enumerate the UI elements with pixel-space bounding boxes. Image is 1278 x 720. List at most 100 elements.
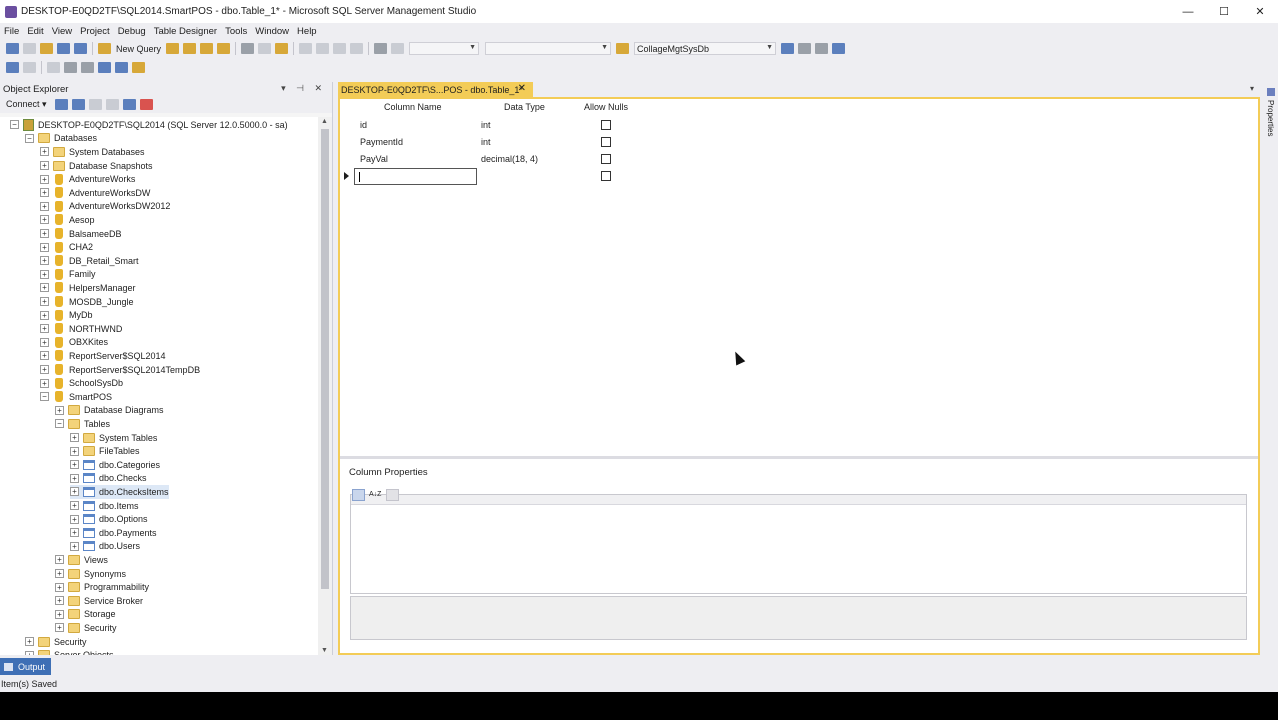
expand-icon[interactable]: +	[40, 229, 49, 239]
expand-icon[interactable]: +	[70, 446, 79, 456]
tree-item[interactable]: + OBXKites	[40, 336, 108, 350]
tree-item[interactable]: + SchoolSysDb	[40, 376, 123, 390]
tree-item[interactable]: + dbo.Options	[70, 512, 148, 526]
menu-debug[interactable]: Debug	[114, 26, 150, 37]
tree-item[interactable]: + Family	[40, 268, 96, 282]
tree-item[interactable]: + ReportServer$SQL2014TempDB	[40, 363, 200, 377]
document-list-dropdown-icon[interactable]: ▾	[1250, 84, 1254, 93]
manage-check-constraints-icon[interactable]	[115, 62, 128, 73]
redo-icon[interactable]	[316, 43, 330, 54]
tree-item[interactable]: + Database Snapshots	[40, 159, 153, 173]
expand-icon[interactable]: +	[40, 215, 49, 225]
set-primary-key-icon[interactable]	[23, 62, 36, 73]
save-all-icon[interactable]	[74, 43, 87, 54]
expand-icon[interactable]: +	[40, 242, 49, 252]
scroll-up-icon[interactable]: ▲	[321, 118, 328, 125]
expand-icon[interactable]: +	[40, 269, 49, 279]
column-name-cell[interactable]: PaymentId	[360, 137, 403, 147]
collapse-icon[interactable]: −	[40, 392, 49, 402]
menu-view[interactable]: View	[48, 26, 76, 37]
data-type-cell[interactable]: int	[481, 137, 491, 147]
expand-icon[interactable]: +	[55, 623, 64, 633]
expand-icon[interactable]: +	[40, 351, 49, 361]
expand-icon[interactable]: +	[70, 487, 79, 497]
tree-item[interactable]: + MOSDB_Jungle	[40, 295, 134, 309]
copy-icon[interactable]	[258, 43, 272, 54]
minimize-button[interactable]: —	[1170, 0, 1206, 23]
close-tab-icon[interactable]: ✕	[518, 83, 526, 94]
menu-file[interactable]: File	[0, 26, 23, 37]
expand-icon[interactable]: +	[55, 569, 64, 579]
expand-icon[interactable]: +	[40, 378, 49, 388]
menu-edit[interactable]: Edit	[23, 26, 47, 37]
properties-icon[interactable]	[1267, 88, 1275, 96]
expand-icon[interactable]: +	[70, 514, 79, 524]
connect-button[interactable]: Connect ▾	[6, 99, 47, 110]
tree-item[interactable]: + Aesop	[40, 213, 95, 227]
expand-icon[interactable]: +	[55, 405, 64, 415]
tree-item[interactable]: + NORTHWND	[40, 322, 122, 336]
menu-window[interactable]: Window	[251, 26, 293, 37]
expand-icon[interactable]: +	[70, 501, 79, 511]
tree-item[interactable]: + HelpersManager	[40, 281, 136, 295]
find-in-files-icon[interactable]	[616, 43, 630, 54]
tree-item[interactable]: + dbo.ChecksItems	[70, 485, 169, 499]
tree-item[interactable]: + dbo.Items	[70, 499, 139, 513]
expand-icon[interactable]: +	[40, 324, 49, 334]
database-engine-query-icon[interactable]	[166, 43, 180, 54]
tree-item[interactable]: + System Tables	[70, 431, 157, 445]
close-window-button[interactable]: ✕	[1242, 0, 1278, 23]
connect-object-explorer-icon[interactable]	[54, 99, 68, 110]
menu-help[interactable]: Help	[293, 26, 321, 37]
available-databases-dropdown[interactable]: CollageMgtSysDb ▼	[634, 42, 777, 55]
tree-item[interactable]: + AdventureWorks	[40, 172, 135, 186]
panel-pin-icon[interactable]: ▾ ⊣ ✕	[281, 83, 326, 94]
tab-output[interactable]: Output	[0, 658, 52, 675]
manage-spatial-indexes-icon[interactable]	[132, 62, 145, 73]
menu-project[interactable]: Project	[76, 26, 114, 37]
expand-icon[interactable]: +	[70, 460, 79, 470]
disconnect-icon[interactable]	[71, 99, 85, 110]
tree-item[interactable]: + Programmability	[55, 580, 149, 594]
column-properties-grid[interactable]	[350, 494, 1247, 594]
expand-icon[interactable]: +	[40, 161, 49, 171]
toolbox-icon[interactable]	[815, 43, 829, 54]
tree-item[interactable]: + Security	[55, 621, 117, 635]
expand-icon[interactable]: +	[40, 174, 49, 184]
tab-table-designer[interactable]: DESKTOP-E0QD2TF\S...POS - dbo.Table_1* ✕	[338, 82, 533, 97]
expand-icon[interactable]: +	[55, 555, 64, 565]
solution-platform-dropdown[interactable]: ▼	[485, 42, 612, 55]
column-name-cell[interactable]: id	[360, 120, 367, 130]
expand-icon[interactable]: +	[40, 147, 49, 157]
scrollbar-thumb[interactable]	[321, 129, 329, 589]
tree-item[interactable]: + DB_Retail_Smart	[40, 254, 139, 268]
scroll-down-icon[interactable]: ▼	[321, 647, 328, 654]
allow-nulls-checkbox[interactable]	[601, 154, 611, 164]
tree-item[interactable]: + AdventureWorksDW	[40, 186, 150, 200]
tree-item[interactable]: − Tables	[55, 417, 110, 431]
expand-icon[interactable]: +	[55, 582, 64, 592]
stop-icon[interactable]	[88, 99, 102, 110]
tree-item[interactable]: + CHA2	[40, 240, 93, 254]
new-column-name-input[interactable]	[354, 168, 477, 185]
categorized-icon[interactable]	[352, 489, 365, 501]
mdx-query-icon[interactable]	[200, 43, 214, 54]
tree-item[interactable]: + MyDb	[40, 308, 93, 322]
expand-icon[interactable]: +	[40, 201, 49, 211]
tree-item[interactable]: + dbo.Categories	[70, 458, 160, 472]
manage-xml-indexes-icon[interactable]	[98, 62, 111, 73]
generate-change-script-icon[interactable]	[6, 62, 19, 73]
tree-item[interactable]: + ReportServer$SQL2014	[40, 349, 166, 363]
tree-item[interactable]: + Storage	[55, 608, 116, 622]
panel-splitter[interactable]	[340, 456, 1258, 459]
table-row[interactable]: PaymentId int	[340, 134, 642, 151]
column-name-cell[interactable]: PayVal	[360, 154, 388, 164]
activity-monitor-icon[interactable]	[139, 99, 153, 110]
expand-icon[interactable]: +	[40, 283, 49, 293]
expand-icon[interactable]: +	[40, 310, 49, 320]
new-query-button[interactable]: New Query	[116, 44, 161, 54]
navigate-forward-icon[interactable]	[350, 43, 364, 54]
tree-item[interactable]: + Database Diagrams	[55, 404, 164, 418]
data-type-cell[interactable]: int	[481, 120, 491, 130]
expand-icon[interactable]: +	[55, 596, 64, 606]
